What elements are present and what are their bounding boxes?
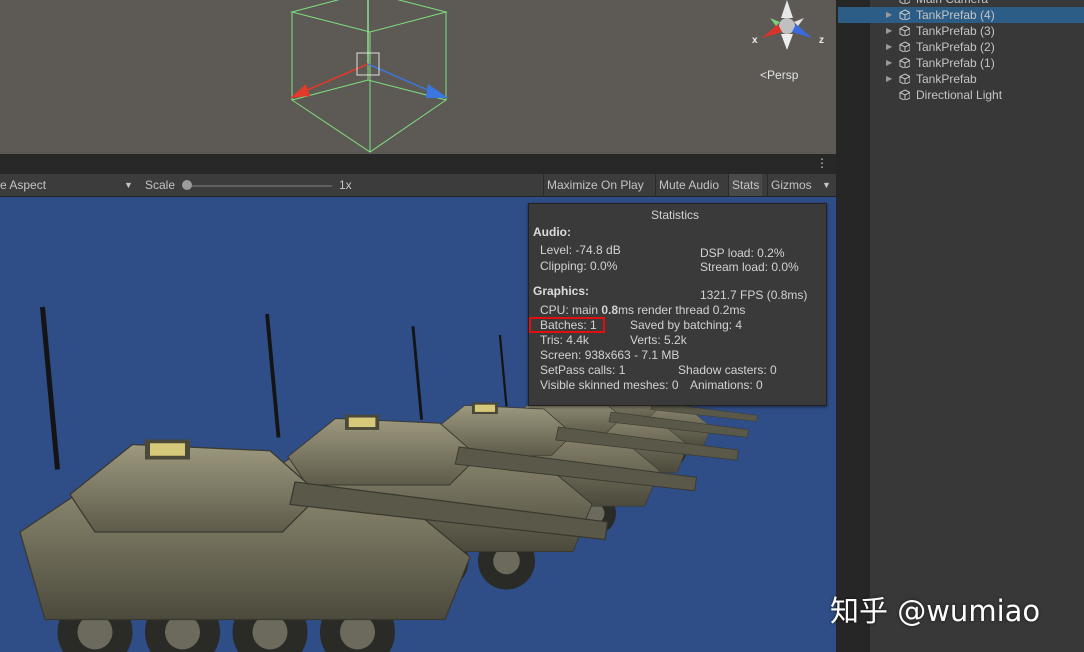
gizmos-button[interactable]: Gizmos — [767, 174, 815, 196]
tris-count: Tris: 4.4k — [540, 333, 589, 347]
stream-load: Stream load: 0.0% — [700, 260, 799, 274]
hierarchy-item[interactable]: ▶ TankPrefab (2) — [870, 39, 1084, 55]
hierarchy-item-label: TankPrefab (4) — [916, 8, 995, 22]
cpu-prefix: CPU: main — [540, 303, 602, 317]
graphics-header: Graphics: — [533, 284, 590, 298]
cpu-suffix: ms render thread 0.2ms — [618, 303, 746, 317]
setpass-calls: SetPass calls: 1 — [540, 363, 626, 377]
visible-skinned-meshes: Visible skinned meshes: 0 — [540, 378, 679, 392]
statistics-panel: Statistics Audio: Level: -74.8 dB Clippi… — [528, 203, 827, 406]
animations-count: Animations: 0 — [690, 378, 763, 392]
statistics-title: Statistics — [651, 208, 700, 222]
hierarchy-item[interactable]: ▶ TankPrefab (4) — [838, 7, 1084, 23]
mute-audio-button[interactable]: Mute Audio — [655, 174, 722, 196]
hierarchy-item[interactable]: ▶ TankPrefab (1) — [870, 55, 1084, 71]
scene-view[interactable]: x z <Persp — [0, 0, 836, 154]
game-view[interactable]: Statistics Audio: Level: -74.8 dB Clippi… — [0, 197, 836, 652]
expand-arrow-icon[interactable]: ▶ — [886, 71, 892, 87]
cpu-timing: CPU: main 0.8ms render thread 0.2ms — [540, 303, 745, 317]
scale-slider-track[interactable] — [184, 185, 332, 187]
audio-clipping: Clipping: 0.0% — [540, 259, 618, 273]
orientation-gizmo[interactable] — [762, 0, 812, 50]
gizmo-axis-x-label: x — [752, 35, 758, 46]
scene-viewport[interactable] — [0, 0, 836, 154]
panel-splitter[interactable] — [836, 0, 870, 652]
camera-bounds-wireframe — [290, 0, 448, 153]
hierarchy-panel: Main Camera ▶ TankPrefab (4) ▶ TankPrefab (3… — [838, 0, 1084, 652]
dsp-load: DSP load: 0.2% — [700, 246, 785, 260]
cpu-main-value: 0.8 — [601, 303, 619, 317]
saved-by-batching: Saved by batching: 4 — [630, 318, 743, 332]
gameobject-cube-icon — [899, 73, 910, 84]
hierarchy-item[interactable]: ▶ TankPrefab (3) — [870, 23, 1084, 39]
chevron-left-icon: < — [760, 68, 768, 82]
watermark: 知乎 @wumiao — [830, 594, 1041, 628]
hierarchy-item-label: TankPrefab (1) — [916, 56, 995, 70]
gameobject-cube-icon — [899, 9, 910, 20]
hierarchy-item-label: Main Camera — [916, 0, 988, 7]
stats-button[interactable]: Stats — [728, 174, 763, 196]
fps-readout: 1321.7 FPS (0.8ms) — [700, 288, 808, 302]
gameobject-cube-icon — [899, 57, 910, 68]
persp-label: Persp — [767, 68, 799, 82]
audio-header: Audio: — [533, 225, 571, 239]
gameobject-cube-icon — [899, 0, 910, 4]
hierarchy-item-label: TankPrefab (3) — [916, 24, 995, 38]
scale-slider-handle[interactable] — [182, 180, 192, 190]
move-tool-gizmo[interactable] — [290, 0, 448, 98]
chevron-down-icon[interactable]: ▼ — [124, 174, 133, 196]
gameobject-cube-icon — [899, 41, 910, 52]
hierarchy-item[interactable]: ▶ TankPrefab — [870, 71, 1084, 87]
audio-level: Level: -74.8 dB — [540, 243, 621, 257]
gizmos-dropdown-icon[interactable]: ▼ — [822, 174, 831, 196]
maximize-on-play-button[interactable]: Maximize On Play — [543, 174, 647, 196]
expand-arrow-icon[interactable]: ▶ — [886, 23, 892, 39]
expand-arrow-icon[interactable]: ▶ — [886, 7, 892, 23]
more-options-icon[interactable]: ⋮ — [816, 156, 828, 170]
screen-info: Screen: 938x663 - 7.1 MB — [540, 348, 680, 362]
hierarchy-item[interactable]: Main Camera — [870, 0, 1084, 7]
hierarchy-item[interactable]: Directional Light — [870, 87, 1084, 103]
gameobject-cube-icon — [899, 25, 910, 36]
gameobject-cube-icon — [899, 89, 910, 100]
aspect-dropdown-label: e Aspect — [0, 178, 47, 192]
aspect-dropdown[interactable]: e Aspect — [0, 174, 46, 196]
expand-arrow-icon[interactable]: ▶ — [886, 55, 892, 71]
gizmo-axis-z-label: z — [819, 35, 824, 46]
game-view-tab-bar: ⋮ — [0, 154, 836, 174]
shadow-casters: Shadow casters: 0 — [678, 363, 777, 377]
verts-count: Verts: 5.2k — [630, 333, 687, 347]
hierarchy-item-label: Directional Light — [916, 88, 1003, 102]
batches-count: Batches: 1 — [540, 318, 597, 332]
hierarchy-item-label: TankPrefab — [916, 72, 977, 86]
game-view-toolbar: e Aspect ▼ Scale 1x Maximize On Play Mut… — [0, 174, 836, 197]
hierarchy-item-label: TankPrefab (2) — [916, 40, 995, 54]
scale-value: 1x — [339, 178, 352, 192]
perspective-toggle[interactable]: <Persp — [760, 68, 798, 82]
scale-label: Scale — [145, 178, 176, 192]
expand-arrow-icon[interactable]: ▶ — [886, 39, 892, 55]
